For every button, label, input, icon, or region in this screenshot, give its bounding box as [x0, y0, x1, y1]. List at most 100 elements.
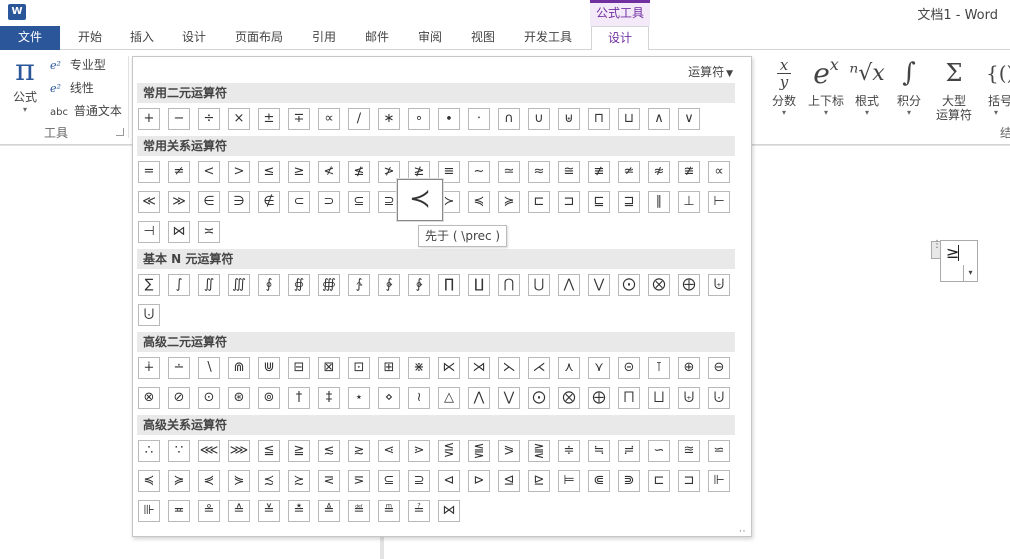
symbol-button[interactable]: ⋞	[198, 470, 220, 492]
symbol-button[interactable]: ⋌	[528, 357, 550, 379]
symbol-button[interactable]: ⊖	[708, 357, 730, 379]
symbol-button[interactable]: △	[438, 387, 460, 409]
symbol-button[interactable]: ∼	[468, 161, 490, 183]
integral-button[interactable]: ∫ 积分 ▾	[892, 52, 926, 117]
symbol-button[interactable]: ⊺	[648, 357, 670, 379]
symbol-button[interactable]: ≀	[408, 387, 430, 409]
symbol-button[interactable]: ⊚	[258, 387, 280, 409]
symbol-button[interactable]: <	[198, 161, 220, 183]
equation-placeholder[interactable]: ⋮ ≥ ▾	[931, 240, 978, 282]
symbol-button[interactable]: ⨅	[618, 387, 640, 409]
symbol-button[interactable]: ⋓	[258, 357, 280, 379]
symbol-button[interactable]: ∋	[228, 191, 250, 213]
symbol-button[interactable]: ⋃	[528, 274, 550, 296]
symbol-button[interactable]: ∏	[438, 274, 460, 296]
symbol-button[interactable]: ⋈	[168, 221, 190, 243]
symbol-button[interactable]: ⋖	[378, 440, 400, 462]
equation-button[interactable]: π 公式 ▾	[6, 54, 44, 115]
symbol-button[interactable]: ⊔	[618, 108, 640, 130]
symbol-button[interactable]: ≼	[468, 191, 490, 213]
symbol-button[interactable]: ⋀	[558, 274, 580, 296]
symbol-button[interactable]: ∴	[138, 440, 160, 462]
symbol-button[interactable]: ∩	[498, 108, 520, 130]
symbol-button[interactable]: ≙	[228, 500, 250, 522]
symbol-button[interactable]: ⊛	[228, 387, 250, 409]
symbol-button[interactable]: ⊢	[708, 191, 730, 213]
symbol-button[interactable]: ≈	[528, 161, 550, 183]
symbol-button[interactable]: ⊳	[468, 470, 490, 492]
symbol-button[interactable]: ⊑	[588, 191, 610, 213]
symbol-button[interactable]: ⊣	[138, 221, 160, 243]
symbol-button[interactable]: ∖	[198, 357, 220, 379]
symbol-button[interactable]: ⋟	[228, 470, 250, 492]
symbol-button[interactable]: ∭	[228, 274, 250, 296]
symbol-button[interactable]: ⊗	[138, 387, 160, 409]
symbol-button[interactable]: ⋒	[228, 357, 250, 379]
symbol-button[interactable]: ≮	[318, 161, 340, 183]
symbol-button[interactable]: ⊆	[348, 191, 370, 213]
symbol-button[interactable]: ≥	[288, 161, 310, 183]
symbol-button[interactable]: ≪	[138, 191, 160, 213]
symbol-button[interactable]: ∘	[408, 108, 430, 130]
symbol-button[interactable]: ⊩	[708, 470, 730, 492]
symbol-button[interactable]: ⋚	[438, 440, 460, 462]
symbol-button[interactable]: −	[168, 108, 190, 130]
symbol-button[interactable]: ≿	[288, 470, 310, 492]
symbol-button[interactable]: ⋏	[558, 357, 580, 379]
symbol-button[interactable]: ×	[228, 108, 250, 130]
symbol-button[interactable]: >	[228, 161, 250, 183]
symbol-button[interactable]: ⊕	[678, 357, 700, 379]
drag-handle-icon[interactable]: ⋮	[931, 240, 942, 259]
symbol-button[interactable]: ≲	[318, 440, 340, 462]
symbol-button[interactable]: ⊆	[378, 470, 400, 492]
symbol-button[interactable]: ⋁	[498, 387, 520, 409]
symbol-button[interactable]: ≤	[258, 161, 280, 183]
symbol-button[interactable]: ⋘	[198, 440, 220, 462]
symbol-button[interactable]: ∧	[648, 108, 670, 130]
symbol-button[interactable]: ∗	[378, 108, 400, 130]
symbol-button[interactable]: ∓	[288, 108, 310, 130]
symbol-button[interactable]: ∐	[468, 274, 490, 296]
symbol-button[interactable]: ∙	[438, 108, 460, 130]
symbol-button[interactable]: ≦	[258, 440, 280, 462]
word-app-icon[interactable]: W	[8, 4, 29, 20]
symbol-button[interactable]: ≊	[678, 440, 700, 462]
symbol-button[interactable]: ⋎	[588, 357, 610, 379]
symbol-button[interactable]: ∪	[528, 108, 550, 130]
symbol-button[interactable]: ∉	[258, 191, 280, 213]
symbol-button[interactable]: ⋝	[348, 470, 370, 492]
symbol-button[interactable]: ≼	[138, 470, 160, 492]
symbol-button[interactable]: ⊵	[528, 470, 550, 492]
symbol-button[interactable]: ≇	[678, 161, 700, 183]
symbol-button[interactable]: ⨂	[648, 274, 670, 296]
symbol-button[interactable]: ‡	[318, 387, 340, 409]
symbol-button[interactable]: ∽	[648, 440, 670, 462]
symbol-button[interactable]: ≝	[348, 500, 370, 522]
symbol-button[interactable]: ∝	[318, 108, 340, 130]
symbol-button[interactable]: †	[288, 387, 310, 409]
symbol-button[interactable]: ⊴	[498, 470, 520, 492]
symbol-button[interactable]: ⋁	[588, 274, 610, 296]
symbol-button[interactable]: ⋆	[348, 387, 370, 409]
symbol-button[interactable]: ⋐	[588, 470, 610, 492]
tab-review[interactable]: 审阅	[410, 26, 450, 50]
symbol-button[interactable]: ⋅	[468, 108, 490, 130]
tab-home[interactable]: 开始	[70, 26, 110, 50]
symbol-button[interactable]: ±	[258, 108, 280, 130]
symbol-button[interactable]: ⋙	[228, 440, 250, 462]
symbol-button[interactable]: ⊘	[168, 387, 190, 409]
symbol-button[interactable]: ≠	[168, 161, 190, 183]
tab-mailings[interactable]: 邮件	[357, 26, 397, 50]
symbol-button[interactable]: ⋇	[408, 357, 430, 379]
symbol-button[interactable]: ≉	[648, 161, 670, 183]
symbol-button[interactable]: ⋀	[468, 387, 490, 409]
tab-layout[interactable]: 页面布局	[228, 26, 290, 50]
symbol-button[interactable]: ⋂	[498, 274, 520, 296]
symbol-button[interactable]: ⋄	[378, 387, 400, 409]
symbol-button[interactable]: ÷	[198, 108, 220, 130]
gallery-category-menu[interactable]: 运算符 ▼	[688, 63, 733, 80]
symbol-button[interactable]: ⊙	[198, 387, 220, 409]
symbol-button[interactable]: ≾	[258, 470, 280, 492]
symbol-button[interactable]: ⨂	[558, 387, 580, 409]
symbol-button[interactable]: ⋈	[438, 500, 460, 522]
